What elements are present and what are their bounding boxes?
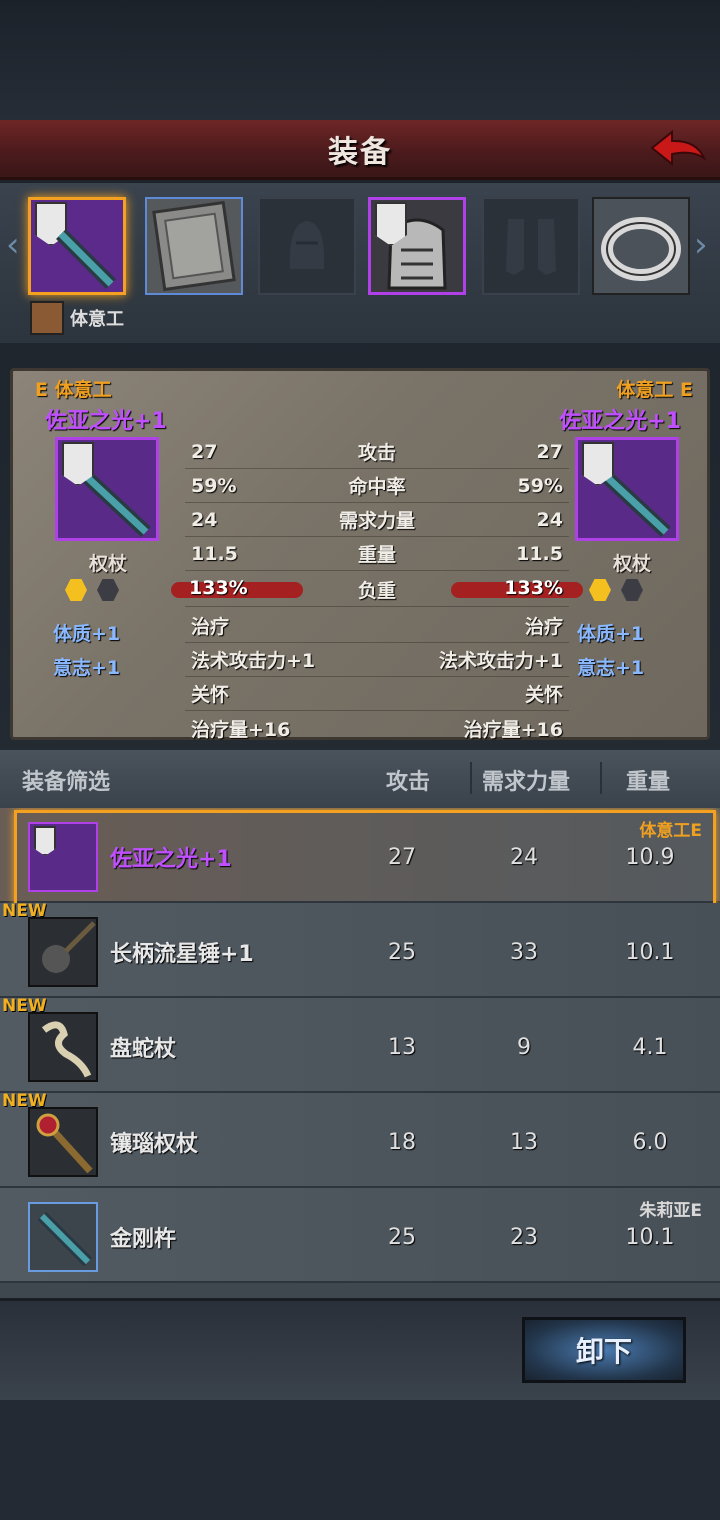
stat-row: 27 攻击 27 <box>185 435 569 469</box>
item-weight: 4.1 <box>632 1035 668 1060</box>
right-load-value: 133% <box>504 577 563 599</box>
list-item[interactable]: 佐亚之光+1 27 24 10.9 体意工E <box>0 808 720 906</box>
item-str: 23 <box>510 1225 538 1250</box>
right-item-icon <box>575 437 679 541</box>
back-arrow-icon[interactable] <box>648 128 708 172</box>
right-item-name: 佐亚之光+1 <box>559 409 681 434</box>
item-attack: 13 <box>388 1035 416 1060</box>
sort-weight[interactable]: 重量 <box>626 764 670 796</box>
item-name: 盘蛇杖 <box>110 1037 177 1062</box>
left-bonus: 体质+1 <box>53 623 121 645</box>
right-bonus: 意志+1 <box>577 657 645 679</box>
character-avatar <box>30 301 64 335</box>
effect-row: 治疗量+16 治疗量+16 <box>191 718 563 741</box>
shield-icon <box>152 200 236 292</box>
item-str: 33 <box>510 940 538 965</box>
ring-icon <box>601 217 681 281</box>
socket-gold-icon <box>589 579 611 601</box>
slot-ring[interactable] <box>592 197 690 295</box>
compare-panel: E 体意工 体意工 E 佐亚之光+1 佐亚之光+1 权杖 权杖 体质+1 意志+… <box>10 368 710 741</box>
item-name: 佐亚之光+1 <box>110 847 232 872</box>
slot-armor[interactable] <box>368 197 466 295</box>
slot-weapon[interactable] <box>28 197 126 295</box>
item-attack: 25 <box>388 940 416 965</box>
stat-row: 24 需求力量 24 <box>185 503 569 537</box>
item-attack: 25 <box>388 1225 416 1250</box>
slot-boots[interactable] <box>482 197 580 295</box>
list-item[interactable]: NEW 镶瑙权杖 18 13 6.0 <box>0 1091 720 1188</box>
left-item-name: 佐亚之光+1 <box>45 409 167 434</box>
equipped-by: 体意工 <box>30 301 124 335</box>
right-item-type: 权杖 <box>613 553 652 575</box>
owner-tag: 朱莉亚E <box>639 1201 702 1221</box>
socket-empty-icon <box>97 579 119 601</box>
list-item[interactable]: NEW 长柄流星锤+1 25 33 10.1 <box>0 901 720 998</box>
serpent-staff-icon <box>28 1012 98 1082</box>
left-item-type: 权杖 <box>89 553 128 575</box>
helmet-icon <box>289 221 325 269</box>
item-weight: 10.1 <box>625 940 675 965</box>
left-bonus: 意志+1 <box>53 657 121 679</box>
page-title: 装备 <box>328 134 392 170</box>
list-item[interactable]: 金刚杵 25 23 10.1 朱莉亚E <box>0 1188 720 1283</box>
effect-row: 法术攻击力+1 法术攻击力+1 <box>185 643 569 677</box>
sort-attack[interactable]: 攻击 <box>386 764 430 796</box>
vajra-icon <box>28 1202 98 1272</box>
item-weight: 6.0 <box>632 1130 668 1155</box>
effect-row: 关怀 关怀 <box>185 677 569 711</box>
effect-row: 治疗 治疗 <box>185 609 569 643</box>
load-row: 133% 负重 133% <box>171 573 583 607</box>
slot-helmet[interactable] <box>258 197 356 295</box>
item-attack: 27 <box>388 845 416 870</box>
unequip-button[interactable]: 卸下 <box>522 1317 686 1383</box>
slot-shield[interactable] <box>145 197 243 295</box>
equipment-list: 佐亚之光+1 27 24 10.9 体意工E NEW 长柄流星锤+1 25 33… <box>0 808 720 1298</box>
right-bonus: 体质+1 <box>577 623 645 645</box>
title-bar: 装备 <box>0 120 720 180</box>
scepter-icon <box>56 229 116 289</box>
flail-icon <box>28 917 98 987</box>
left-item-icon <box>55 437 159 541</box>
item-str: 13 <box>510 1130 538 1155</box>
agate-scepter-icon <box>28 1107 98 1177</box>
item-str: 24 <box>510 845 538 870</box>
owner-tag: 体意工E <box>639 821 702 841</box>
scepter-icon <box>28 822 98 892</box>
crest-badge-icon <box>34 826 56 856</box>
divider <box>600 762 602 794</box>
item-name: 长柄流星锤+1 <box>110 942 254 967</box>
status-area <box>0 0 720 120</box>
socket-empty-icon <box>621 579 643 601</box>
stat-row: 11.5 重量 11.5 <box>185 537 569 571</box>
character-name: 体意工 <box>70 309 124 330</box>
item-name: 金刚杵 <box>110 1227 177 1252</box>
scroll-left-icon[interactable]: ‹ <box>6 225 20 265</box>
right-owner: 体意工 E <box>616 379 693 401</box>
stat-row: 59% 命中率 59% <box>185 469 569 503</box>
nav-area <box>0 1400 720 1520</box>
filter-button[interactable]: 装备筛选 <box>22 764 110 796</box>
item-weight: 10.1 <box>625 1225 675 1250</box>
bottom-bar: 卸下 <box>0 1298 720 1400</box>
sort-str-req[interactable]: 需求力量 <box>482 764 570 796</box>
divider <box>470 762 472 794</box>
list-item[interactable]: NEW 盘蛇杖 13 9 4.1 <box>0 996 720 1093</box>
item-attack: 18 <box>388 1130 416 1155</box>
boots-icon <box>506 219 556 275</box>
item-name: 镶瑙权杖 <box>110 1132 199 1157</box>
equipment-slots: ‹ › 体意工 <box>0 183 720 343</box>
item-weight: 10.9 <box>625 845 675 870</box>
left-owner: E 体意工 <box>35 379 112 401</box>
list-header: 装备筛选 攻击 需求力量 重量 <box>0 750 720 808</box>
item-str: 9 <box>517 1035 531 1060</box>
socket-gold-icon <box>65 579 87 601</box>
scroll-right-icon[interactable]: › <box>694 225 708 265</box>
